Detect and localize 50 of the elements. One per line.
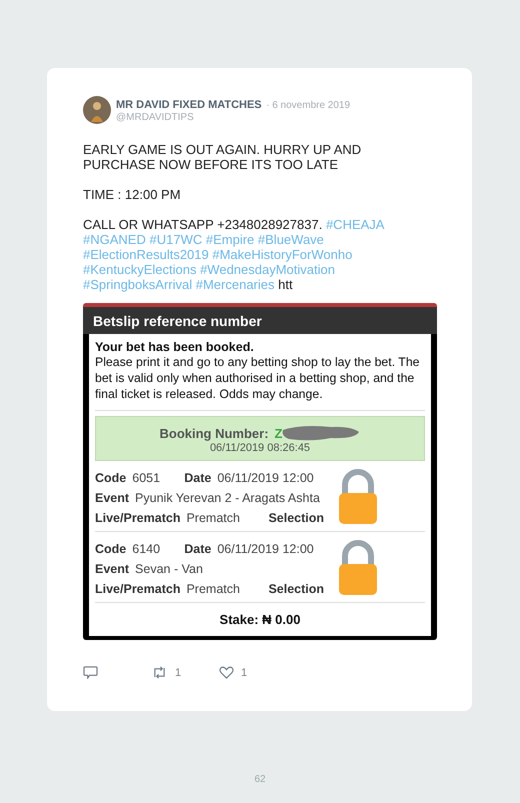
avatar-icon <box>83 96 111 124</box>
field-value: 6140 <box>132 541 162 558</box>
field-label: Selection <box>268 582 324 596</box>
hashtag-link[interactable]: #U17WC <box>149 232 202 247</box>
betslip-header: Betslip reference number <box>83 307 437 334</box>
field-label: Code <box>95 471 126 485</box>
booking-label: Booking Number: <box>159 426 269 440</box>
booking-number: Z <box>274 426 282 440</box>
field-label: Code <box>95 542 126 556</box>
field-label: Date <box>184 542 212 556</box>
hashtag-link[interactable]: #BlueWave <box>258 232 324 247</box>
field-label: Event <box>95 491 130 505</box>
instructions-text: Please print it and go to any betting shop to lay the bet. The bet is valid only when authorised in a betting shop, and the final ticket is released. Odds may change. <box>95 354 425 411</box>
heart-icon[interactable] <box>219 666 234 679</box>
tweet-text: TIME : 12:00 PM <box>83 187 182 202</box>
hashtag-link[interactable]: #ElectionResults2019 <box>83 247 209 262</box>
tweet-date: · 6 novembre 2019 <box>266 100 350 111</box>
padlock-icon <box>337 540 379 596</box>
author-name[interactable]: MR DAVID FIXED MATCHES <box>116 99 262 111</box>
hashtag-link[interactable]: #MakeHistoryForWonho <box>212 247 352 262</box>
action-count: 1 <box>241 666 248 678</box>
tweet-text: EARLY GAME IS OUT AGAIN. HURRY UP AND PURCHASE NOW BEFORE ITS TOO LATE <box>83 142 362 172</box>
field-label: Date <box>184 471 212 485</box>
hashtag-link[interactable]: #CHEAJA <box>326 217 384 232</box>
tweet-text: CALL OR WHATSAPP +2348028927837. #CHEAJA #NGANED #U17WC #Empire #BlueWave #ElectionResults2019 #MakeHistoryForWonho #KentuckyElections #WednesdayMotivation #SpringboksArrival #Mercenaries htt <box>83 217 386 292</box>
field-value: 6051 <box>132 470 162 487</box>
field-label: Live/Prematch <box>95 582 180 596</box>
reply-icon[interactable] <box>83 666 98 679</box>
hashtag-link[interactable]: #SpringboksArrival <box>83 277 192 292</box>
hashtag-link[interactable]: #WednesdayMotivation <box>200 262 335 277</box>
field-value: Prematch <box>186 581 241 598</box>
field-label: Selection <box>268 511 324 525</box>
field-value: 06/11/2019 12:00 <box>217 471 314 485</box>
field-value: Prematch <box>186 510 241 527</box>
hashtag-link[interactable]: #KentuckyElections <box>83 262 196 277</box>
padlock-icon <box>337 469 379 525</box>
page-number: 62 <box>253 774 267 785</box>
field-value: Pyunik Yerevan 2 - Aragats Ashta <box>135 491 320 505</box>
hashtag-link[interactable]: #Mercenaries <box>196 277 274 292</box>
booking-time: 06/11/2019 08:26:45 <box>208 442 312 454</box>
author-handle: @MRDAVIDTIPS <box>116 112 195 124</box>
hashtag-link[interactable]: #Empire <box>206 232 254 247</box>
action-count: 1 <box>175 666 182 678</box>
field-value: 06/11/2019 12:00 <box>217 542 314 556</box>
field-label: Live/Prematch <box>95 511 180 525</box>
hashtag-link[interactable]: #NGANED <box>83 232 146 247</box>
field-label: Event <box>95 562 130 576</box>
stake-amount: Stake: ₦ 0.00 <box>218 611 302 629</box>
booked-message: Your bet has been booked. <box>95 340 255 354</box>
field-value: Sevan - Van <box>135 562 203 576</box>
